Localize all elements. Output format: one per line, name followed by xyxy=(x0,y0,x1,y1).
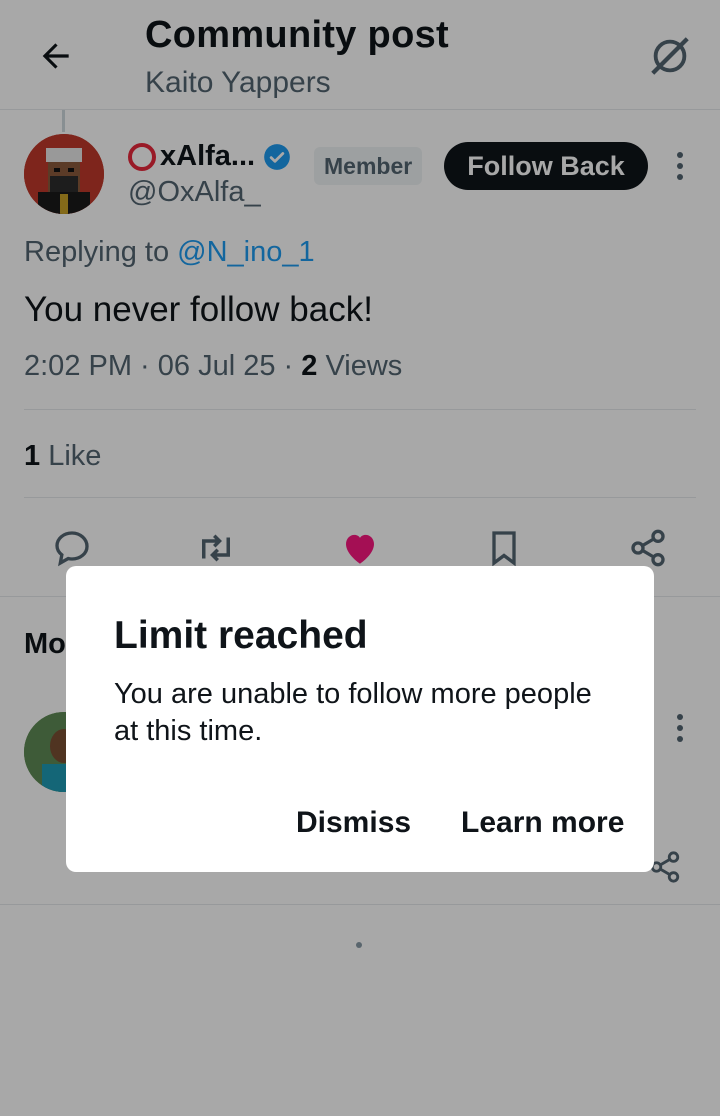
limit-reached-dialog: Limit reached You are unable to follow m… xyxy=(66,566,654,872)
dialog-title: Limit reached xyxy=(114,614,368,657)
learn-more-button[interactable]: Learn more xyxy=(461,806,624,840)
dismiss-button[interactable]: Dismiss xyxy=(296,806,411,840)
dialog-message: You are unable to follow more people at … xyxy=(114,678,592,747)
modal-backdrop[interactable] xyxy=(0,0,720,1116)
